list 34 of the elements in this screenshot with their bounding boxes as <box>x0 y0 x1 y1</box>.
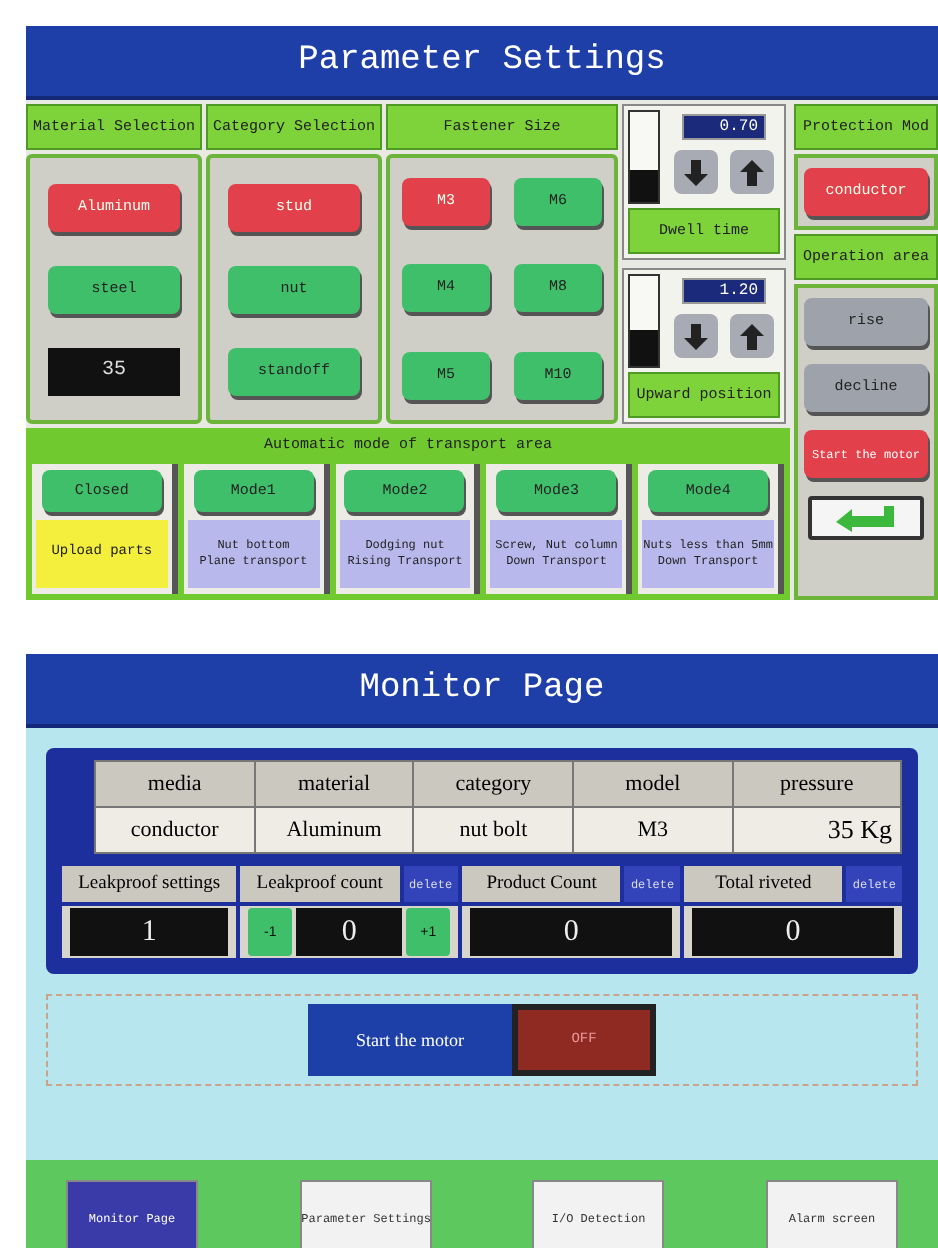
count-value: 0 <box>296 908 403 956</box>
table-cell: nut bolt <box>413 807 574 853</box>
counter-label: Product Count <box>462 866 621 902</box>
screen-title: Monitor Page <box>26 654 938 728</box>
table-cell: conductor <box>95 807 255 853</box>
increase-button[interactable] <box>730 314 774 358</box>
return-arrow-icon <box>836 505 896 531</box>
table-cell: Aluminum <box>254 807 414 853</box>
column-header: model <box>573 761 733 807</box>
decrease-button[interactable] <box>674 150 718 194</box>
screen-title: Parameter Settings <box>26 26 938 100</box>
return-button[interactable] <box>808 496 924 540</box>
down-arrow-icon <box>684 159 708 185</box>
decrease-button[interactable] <box>674 314 718 358</box>
table-cell: M3 <box>573 807 733 853</box>
column-header: material <box>254 761 414 807</box>
column-header: pressure <box>732 761 901 807</box>
counter-label: Leakproof settings <box>62 866 237 902</box>
table-cell: 35 Kg <box>732 807 901 853</box>
count-value: 0 <box>692 908 895 956</box>
up-arrow-icon <box>740 159 764 185</box>
count-value: 0 <box>470 908 673 956</box>
numeric-display[interactable]: 35 <box>48 347 180 395</box>
counter-label: Leakproof count <box>240 866 399 902</box>
down-arrow-icon <box>684 323 708 349</box>
motor-label: Start the motor <box>308 1004 512 1076</box>
up-arrow-icon <box>740 323 764 349</box>
value-display[interactable]: 1.20 <box>682 278 766 304</box>
column-header: media <box>95 761 255 807</box>
column-header: category <box>413 761 574 807</box>
setting-value[interactable]: 1 <box>70 908 229 956</box>
increase-button[interactable] <box>730 150 774 194</box>
counter-label: Total riveted <box>684 866 843 902</box>
value-display[interactable]: 0.70 <box>682 114 766 140</box>
